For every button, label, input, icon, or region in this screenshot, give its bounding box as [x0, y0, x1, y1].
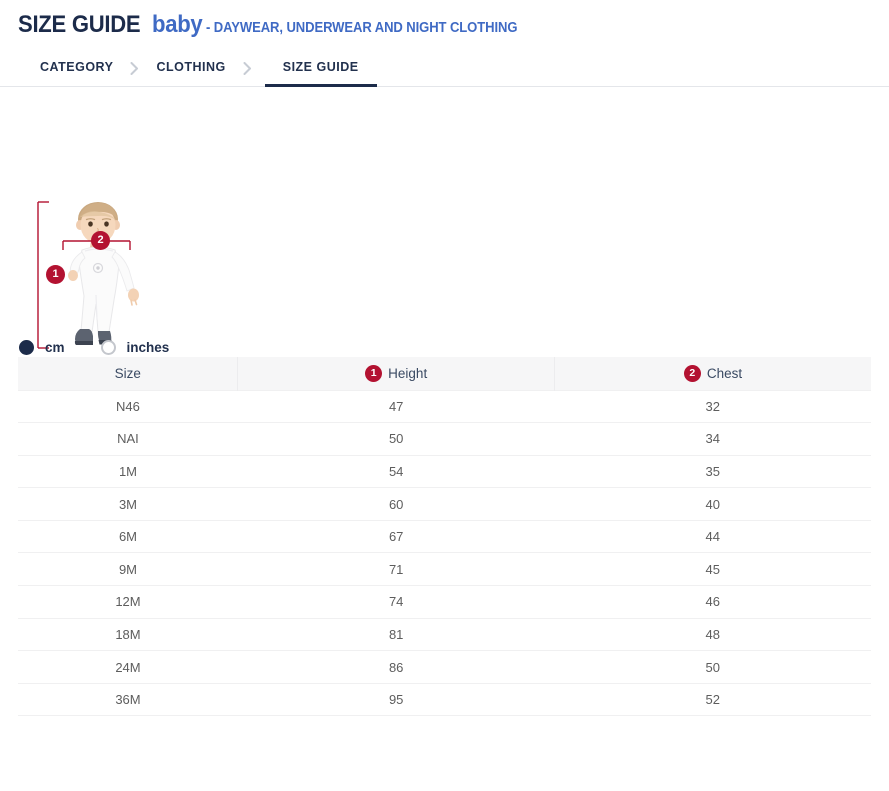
- column-header-height: 1 Height: [238, 357, 555, 390]
- page-title: SIZE GUIDE baby - DAYWEAR, UNDERWEAR AND…: [0, 0, 889, 39]
- cell-size: 9M: [18, 553, 238, 586]
- cell-chest: 48: [554, 618, 871, 651]
- breadcrumb-item-size-guide[interactable]: SIZE GUIDE: [265, 50, 377, 87]
- badge-2-icon: 2: [684, 365, 701, 382]
- breadcrumb-item-clothing[interactable]: CLOTHING: [152, 50, 229, 87]
- table-row: N46 47 32: [18, 390, 871, 423]
- baby-measurement-illustration: 1 2: [18, 200, 168, 360]
- cell-height: 86: [238, 651, 555, 684]
- cell-chest: 45: [554, 553, 871, 586]
- cell-height: 60: [238, 488, 555, 521]
- table-row: NAI 50 34: [18, 423, 871, 456]
- title-subtitle-text: - DAYWEAR, UNDERWEAR AND NIGHT CLOTHING: [206, 20, 517, 36]
- breadcrumb: CATEGORY CLOTHING SIZE GUIDE: [0, 50, 889, 87]
- unit-option-cm[interactable]: cm: [19, 340, 65, 355]
- size-table-head: Size 1 Height 2 Chest: [18, 357, 871, 390]
- table-row: 1M 54 35: [18, 455, 871, 488]
- table-row: 9M 71 45: [18, 553, 871, 586]
- cell-chest: 52: [554, 683, 871, 716]
- radio-cm-icon[interactable]: [19, 340, 34, 355]
- cell-height: 54: [238, 455, 555, 488]
- cell-size: 6M: [18, 520, 238, 553]
- table-row: 12M 74 46: [18, 586, 871, 619]
- cell-height: 81: [238, 618, 555, 651]
- cell-size: 24M: [18, 651, 238, 684]
- column-header-height-label: Height: [388, 366, 427, 381]
- cell-size: 1M: [18, 455, 238, 488]
- table-header-row: Size 1 Height 2 Chest: [18, 357, 871, 390]
- table-row: 18M 81 48: [18, 618, 871, 651]
- cell-size: NAI: [18, 423, 238, 456]
- radio-inches-icon[interactable]: [101, 340, 116, 355]
- cell-chest: 44: [554, 520, 871, 553]
- column-header-size: Size: [18, 357, 238, 390]
- measurement-marker-1: 1: [46, 265, 65, 284]
- cell-size: 3M: [18, 488, 238, 521]
- cell-chest: 35: [554, 455, 871, 488]
- unit-option-inches-label: inches: [127, 340, 170, 355]
- cell-size: 18M: [18, 618, 238, 651]
- table-row: 3M 60 40: [18, 488, 871, 521]
- unit-option-cm-label: cm: [45, 340, 65, 355]
- unit-option-inches[interactable]: inches: [101, 340, 170, 355]
- cell-height: 95: [238, 683, 555, 716]
- chevron-right-icon: [117, 50, 152, 86]
- column-header-chest: 2 Chest: [554, 357, 871, 390]
- cell-chest: 40: [554, 488, 871, 521]
- cell-height: 71: [238, 553, 555, 586]
- unit-selector: cm inches: [19, 340, 205, 355]
- cell-height: 74: [238, 586, 555, 619]
- cell-chest: 46: [554, 586, 871, 619]
- cell-size: 36M: [18, 683, 238, 716]
- cell-size: N46: [18, 390, 238, 423]
- title-accent-text: baby: [152, 11, 202, 39]
- size-table: Size 1 Height 2 Chest: [18, 357, 871, 716]
- size-table-body: N46 47 32 NAI 50 34 1M 54 35 3M 60 40 6M: [18, 390, 871, 716]
- table-row: 36M 95 52: [18, 683, 871, 716]
- column-header-size-label: Size: [115, 366, 141, 381]
- measurement-lines: [18, 200, 168, 360]
- cell-chest: 50: [554, 651, 871, 684]
- measurement-marker-2: 2: [91, 231, 110, 250]
- cell-height: 50: [238, 423, 555, 456]
- cell-chest: 32: [554, 390, 871, 423]
- badge-1-icon: 1: [365, 365, 382, 382]
- breadcrumb-item-category[interactable]: CATEGORY: [36, 50, 117, 87]
- table-row: 6M 67 44: [18, 520, 871, 553]
- column-header-chest-label: Chest: [707, 366, 742, 381]
- cell-chest: 34: [554, 423, 871, 456]
- chevron-right-icon: [230, 50, 265, 86]
- cell-height: 47: [238, 390, 555, 423]
- measurement-figure-area: 1 2 cm inches: [0, 92, 889, 357]
- cell-height: 67: [238, 520, 555, 553]
- title-main-text: SIZE GUIDE: [18, 11, 140, 39]
- table-row: 24M 86 50: [18, 651, 871, 684]
- cell-size: 12M: [18, 586, 238, 619]
- size-table-container: Size 1 Height 2 Chest: [18, 357, 871, 716]
